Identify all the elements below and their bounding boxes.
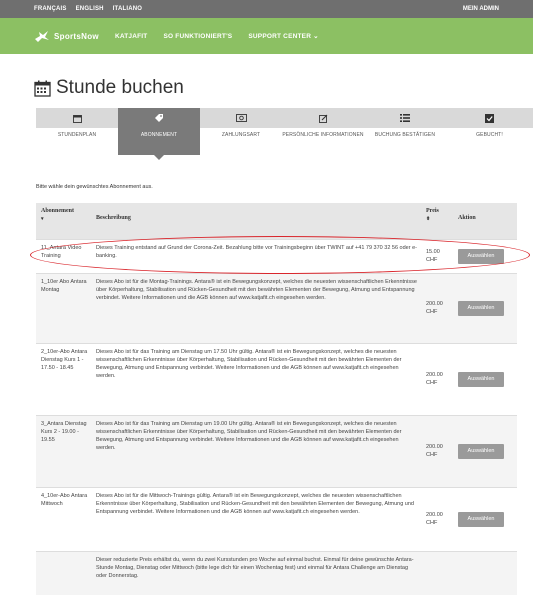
abo-price: 200.00 CHF [426,371,443,386]
abo-description: Dieses Abo ist für die Mittwoch-Training… [96,493,414,515]
sportsnow-logo[interactable]: SportsNow [34,30,99,43]
step-label: STUNDENPLAN [57,132,97,138]
list-icon [400,114,410,122]
abo-description: Dieser reduzierte Preis erhältst du, wen… [96,557,414,579]
header-aktion: Aktion [458,215,476,221]
selection-hint: Bitte wähle dein gewünschtes Abonnement … [36,184,153,190]
step-label: BUCHUNG BESTÄTIGEN [374,132,436,138]
abo-name: 4_10er-Abo Antara Mittwoch [41,493,88,507]
abo-name: 1_10er Abo Antara Montag [41,279,87,293]
language-francais-link[interactable]: FRANÇAIS [34,6,67,12]
table-header: Abonnement ▾ Beschreibung Preis ⬍ Aktion [36,203,517,239]
abo-name: 2_10er-Abo Antara Dienstag Kurs 1 - 17.5… [41,349,88,371]
table-row: 1_10er Abo Antara Montag Dieses Abo ist … [36,273,517,343]
step-label: GEBUCHT! [476,132,503,138]
abo-description: Dieses Abo ist für das Training am Diens… [96,421,402,451]
abo-price [421,552,453,595]
brand-label: SportsNow [54,31,99,41]
calendar-icon [72,114,82,123]
language-italiano-link[interactable]: ITALIANO [113,6,143,12]
check-icon [485,113,494,123]
select-button[interactable]: Auswählen [458,512,504,527]
select-button[interactable]: Auswählen [458,444,504,459]
mein-admin-link[interactable]: MEIN ADMIN [463,6,499,12]
step-persoenliche-informationen[interactable]: PERSÖNLICHE INFORMATIONEN [282,108,364,155]
header-abonnement[interactable]: Abonnement ▾ [36,203,91,239]
main-navbar: SportsNow KATJAFIT SO FUNKTIONIERT'S SUP… [0,18,533,54]
step-label: PERSÖNLICHE INFORMATIONEN [282,132,364,138]
booking-steps: STUNDENPLAN ABONNEMENT ZAHLUNGSART PERSÖ… [36,108,533,160]
step-buchung-bestaetigen[interactable]: BUCHUNG BESTÄTIGEN [364,108,446,155]
table-row: Dieser reduzierte Preis erhältst du, wen… [36,551,517,595]
sort-icon: ▾ [41,217,44,222]
step-zahlungsart[interactable]: ZAHLUNGSART [200,108,282,155]
sportsnow-logo-icon [35,30,49,42]
header-preis[interactable]: Preis ⬍ [421,203,453,239]
select-button[interactable]: Auswählen [458,372,504,387]
language-english-link[interactable]: ENGLISH [76,6,104,12]
edit-icon [318,114,327,123]
table-row: 2_10er-Abo Antara Dienstag Kurs 1 - 17.5… [36,343,517,415]
abo-price: 200.00 CHF [426,443,443,458]
page-title: Stunde buchen [34,77,184,99]
sort-icon: ⬍ [426,217,431,222]
select-button[interactable]: Auswählen [458,301,504,316]
abo-name: 3_Antara Dienstag Kurs 2 - 19.00 - 19.55 [41,421,87,443]
abo-name [36,552,91,595]
step-stundenplan[interactable]: STUNDENPLAN [36,108,118,155]
abo-price: 200.00 CHF [426,511,443,526]
tag-icon [155,114,163,122]
highlight-annotation [30,236,530,274]
header-beschreibung: Beschreibung [96,215,131,221]
abo-price: 200.00 CHF [426,300,443,315]
table-row: 3_Antara Dienstag Kurs 2 - 19.00 - 19.55… [36,415,517,487]
step-label: ZAHLUNGSART [221,132,261,138]
nav-item-katjafit[interactable]: KATJAFIT [115,33,148,40]
abo-description: Dieses Abo ist für die Montag-Trainings.… [96,279,417,301]
step-label: ABONNEMENT [118,128,200,160]
page-title-text: Stunde buchen [56,77,184,98]
step-gebucht[interactable]: GEBUCHT! [446,108,533,155]
nav-item-so-funktionierts[interactable]: SO FUNKTIONIERT'S [163,33,232,40]
step-abonnement[interactable]: ABONNEMENT [118,108,200,160]
nav-item-support-center[interactable]: SUPPORT CENTER ⌄ [248,32,318,40]
abo-description: Dieses Abo ist für das Training am Diens… [96,349,402,379]
money-icon [235,114,247,122]
table-row: 4_10er-Abo Antara Mittwoch Dieses Abo is… [36,487,517,551]
calendar-icon [34,80,51,97]
top-bar: FRANÇAIS ENGLISH ITALIANO MEIN ADMIN [0,0,533,18]
